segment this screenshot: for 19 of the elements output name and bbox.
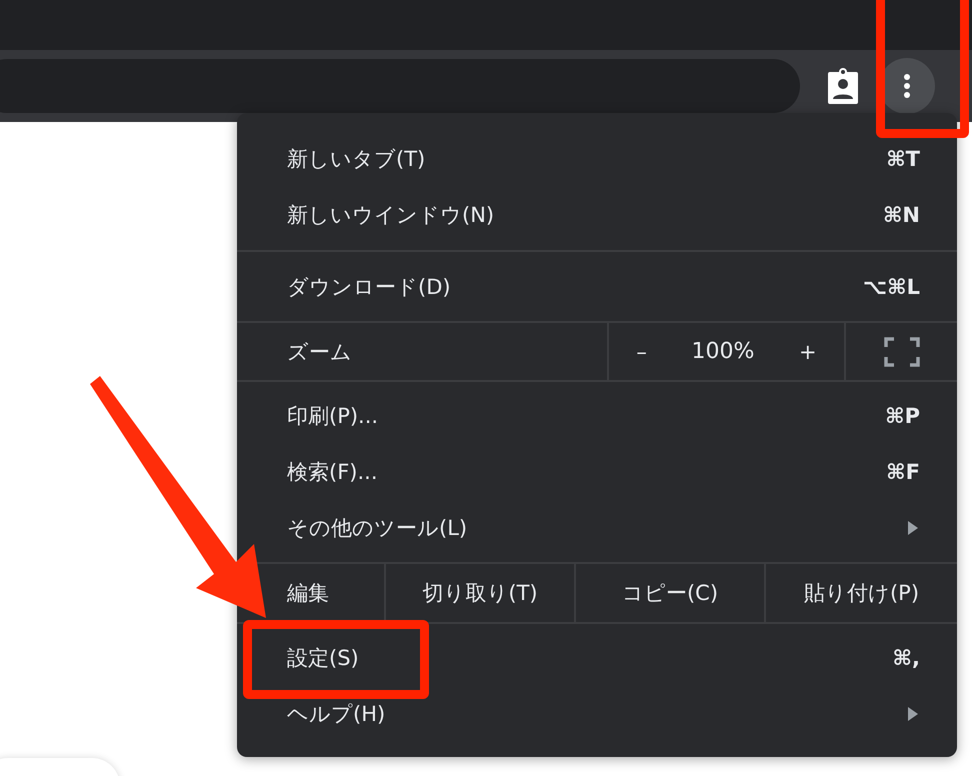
edit-label: 編集 (287, 580, 329, 607)
menu-item[interactable]: ヘルプ(H) (237, 686, 957, 742)
menu-item[interactable]: その他のツール(L) (237, 500, 957, 556)
menu-item[interactable]: 新しいタブ(T) ⌘T (237, 131, 957, 187)
edit-action-button[interactable]: 貼り付け(P) (766, 564, 957, 622)
edit-action-button[interactable]: 切り取り(T) (386, 564, 576, 622)
fullscreen-icon[interactable] (884, 336, 920, 366)
menu-item[interactable]: 新しいウインドウ(N) ⌘N (237, 187, 957, 243)
zoom-level: 100% (691, 339, 754, 364)
edit-action-button[interactable]: コピー(C) (576, 564, 766, 622)
menu-item[interactable]: ダウンロード(D) ⌥⌘L (237, 259, 957, 315)
zoom-in-button[interactable]: + (789, 336, 827, 368)
profile-badge-icon[interactable] (828, 68, 858, 104)
three-dots-icon (903, 73, 911, 99)
zoom-out-button[interactable]: – (626, 336, 657, 368)
zoom-label: ズーム (287, 338, 352, 366)
menu-item[interactable]: 印刷(P)... ⌘P (237, 388, 957, 444)
menu-item[interactable]: 設定(S) ⌘, (237, 630, 957, 686)
menu-item[interactable]: 検索(F)... ⌘F (237, 444, 957, 500)
